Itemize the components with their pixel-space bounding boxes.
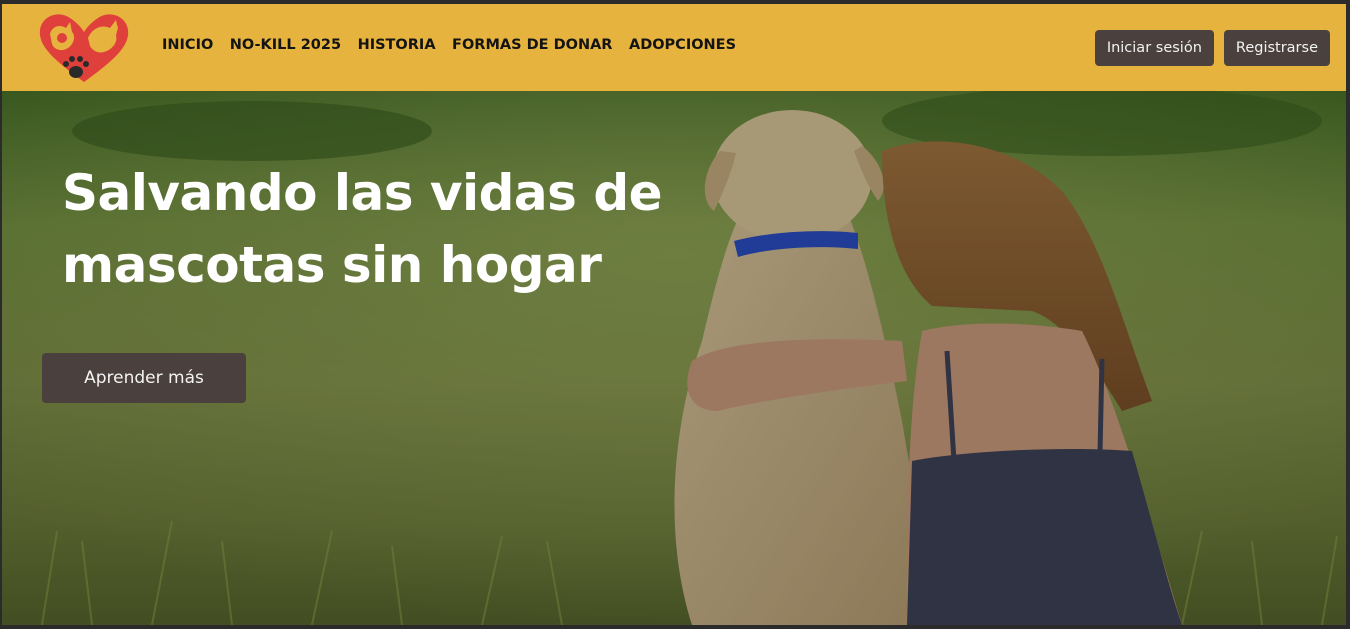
nav-link-inicio[interactable]: INICIO — [162, 37, 213, 53]
hero-title: Salvando las vidas de mascotas sin hogar — [62, 157, 702, 301]
learn-more-button[interactable]: Aprender más — [42, 353, 246, 403]
nav-link-historia[interactable]: HISTORIA — [358, 37, 436, 53]
nav-link-formas-de-donar[interactable]: FORMAS DE DONAR — [452, 37, 612, 53]
nav-link-no-kill-2025[interactable]: NO-KILL 2025 — [230, 37, 341, 53]
top-navbar: INICIO NO-KILL 2025 HISTORIA FORMAS DE D… — [2, 4, 1346, 91]
nav-link-adopciones[interactable]: ADOPCIONES — [629, 37, 736, 53]
auth-buttons: Iniciar sesión Registrarse — [1094, 30, 1330, 66]
login-button[interactable]: Iniciar sesión — [1094, 30, 1214, 66]
register-button[interactable]: Registrarse — [1223, 30, 1330, 66]
browser-viewport: INICIO NO-KILL 2025 HISTORIA FORMAS DE D… — [2, 4, 1346, 625]
hero-section: Salvando las vidas de mascotas sin hogar… — [2, 91, 1346, 625]
hero-title-line-1: Salvando las vidas de — [62, 164, 663, 222]
main-nav: INICIO NO-KILL 2025 HISTORIA FORMAS DE D… — [162, 37, 753, 53]
hero-title-line-2: mascotas sin hogar — [62, 236, 602, 294]
logo-icon[interactable] — [36, 12, 132, 84]
